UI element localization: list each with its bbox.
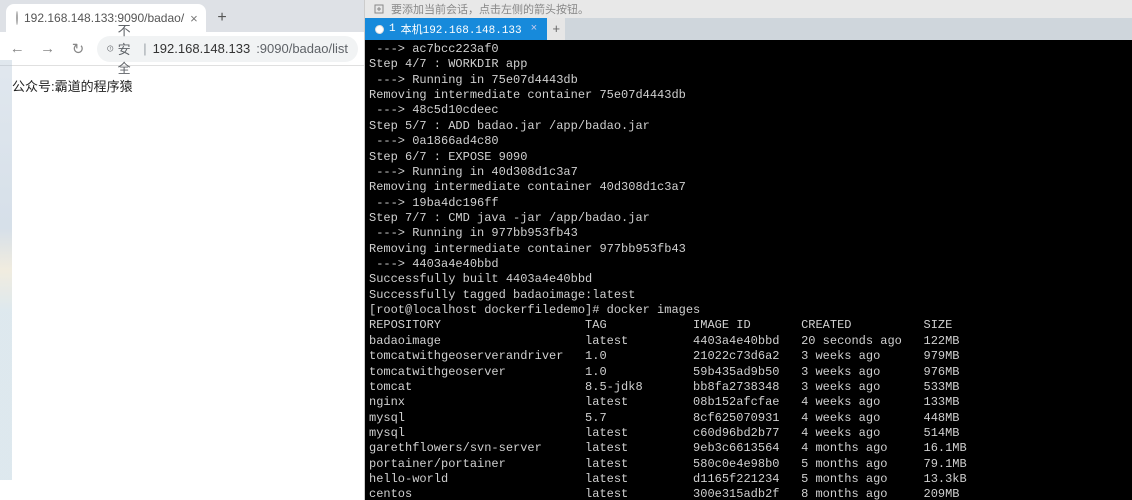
forward-button[interactable]: → [36,37,58,61]
tab-title: 192.168.148.133:9090/badao/ [24,11,184,25]
hint-text: 要添加当前会话，点击左侧的箭头按钮。 [391,1,589,17]
browser-tab[interactable]: 192.168.148.133:9090/badao/ × [6,4,206,32]
terminal-output[interactable]: ---> ac7bcc223af0 Step 4/7 : WORKDIR app… [365,40,1132,500]
browser-tab-bar: 192.168.148.133:9090/badao/ × + [0,0,364,32]
page-content: 公众号:霸道的程序猿 [0,66,364,105]
new-tab-button[interactable]: + [210,6,234,30]
tab-index: 1 [389,23,396,35]
terminal-hint-bar: 要添加当前会话，点击左侧的箭头按钮。 [365,0,1132,18]
url-path: :9090/badao/list [256,41,348,56]
terminal-tab-bar: 1 本机192.168.148.133 × + [365,18,1132,40]
close-tab-icon[interactable]: × [531,23,538,35]
reload-button[interactable]: ↻ [67,37,89,61]
terminal-tab[interactable]: 1 本机192.168.148.133 × [365,18,547,40]
globe-icon [16,11,18,25]
address-bar[interactable]: 不安全 | 192.168.148.133:9090/badao/list [97,36,358,62]
back-button[interactable]: ← [6,37,28,61]
browser-window: 192.168.148.133:9090/badao/ × + ← → ↻ 不安… [0,0,365,500]
warning-icon [107,42,114,55]
status-dot-icon [375,25,384,34]
terminal-window: 要添加当前会话，点击左侧的箭头按钮。 1 本机192.168.148.133 ×… [365,0,1132,500]
tab-host-label: 本机192.168.148.133 [401,21,522,37]
desktop-behind [0,60,12,480]
page-text: 公众号:霸道的程序猿 [12,79,133,94]
add-terminal-tab-button[interactable]: + [547,18,565,40]
url-host: 192.168.148.133 [153,41,251,56]
close-icon[interactable]: × [190,11,198,26]
separator: | [143,41,146,56]
add-session-icon[interactable] [373,3,385,15]
address-bar-row: ← → ↻ 不安全 | 192.168.148.133:9090/badao/l… [0,32,364,66]
